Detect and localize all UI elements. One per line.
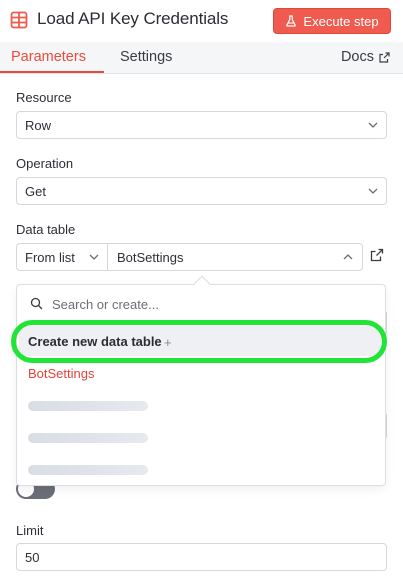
loading-placeholder [28, 401, 148, 411]
chevron-down-icon [368, 188, 378, 194]
operation-label: Operation [16, 156, 74, 171]
flask-icon [286, 15, 297, 27]
loading-placeholder [28, 465, 148, 475]
search-icon [30, 297, 43, 310]
node-title: Load API Key Credentials [37, 9, 229, 28]
execute-step-label: Execute step [303, 13, 379, 29]
chevron-down-icon [368, 122, 378, 128]
docs-label: Docs [340, 49, 374, 65]
tab-bar: Parameters Settings Docs [0, 42, 403, 74]
data-table-select[interactable]: BotSettings [107, 243, 363, 271]
loading-placeholder [28, 433, 148, 443]
table-icon [10, 11, 28, 29]
data-table-label: Data table [16, 222, 76, 237]
chevron-up-icon [343, 254, 353, 260]
tab-parameters[interactable]: Parameters [11, 49, 86, 65]
dropdown-option-botsettings[interactable]: BotSettings [28, 366, 95, 381]
data-table-dropdown [16, 284, 386, 486]
resource-value: Row [25, 118, 52, 133]
resource-select[interactable]: Row [16, 111, 387, 139]
tab-settings[interactable]: Settings [120, 49, 172, 65]
dropdown-search-input[interactable] [52, 295, 362, 313]
active-tab-indicator [0, 71, 104, 73]
data-table-mode-select[interactable]: From list [16, 243, 108, 271]
open-data-table-icon[interactable] [370, 248, 384, 262]
limit-value: 50 [25, 550, 40, 565]
data-table-value: BotSettings [117, 250, 184, 265]
limit-label: Limit [16, 523, 44, 538]
docs-link[interactable]: Docs [341, 49, 390, 65]
node-header: Load API Key Credentials Execute step [0, 0, 403, 42]
resource-label: Resource [16, 90, 72, 105]
chevron-down-icon [89, 254, 99, 260]
operation-value: Get [25, 184, 46, 199]
data-table-mode-value: From list [25, 250, 75, 265]
limit-input[interactable]: 50 [16, 543, 387, 571]
highlight-annotation [11, 320, 387, 363]
execute-step-button[interactable]: Execute step [273, 8, 391, 34]
external-link-icon [379, 51, 390, 63]
operation-select[interactable]: Get [16, 177, 387, 205]
